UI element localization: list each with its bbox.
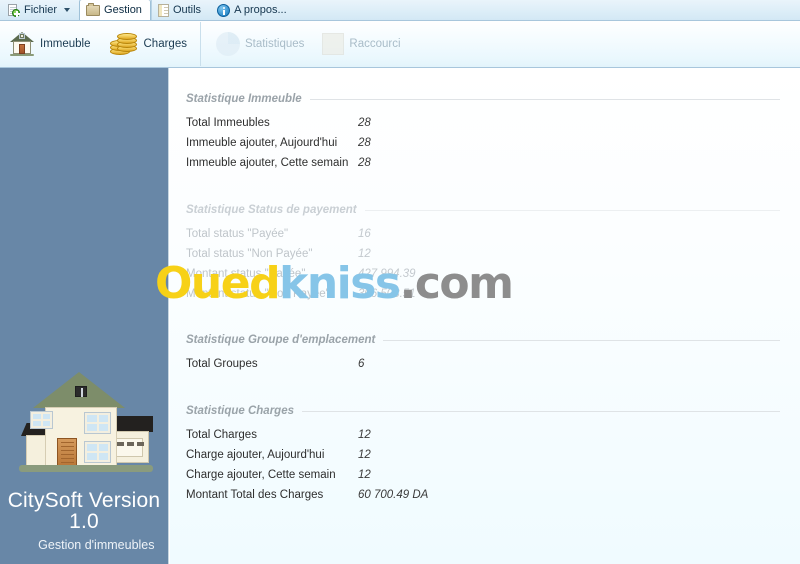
chevron-down-icon: [64, 8, 71, 12]
statistics-panel: Statistique Immeuble Total Immeubles 28 …: [170, 68, 800, 564]
section-title: Statistique Charges: [186, 405, 294, 417]
stat-row: Montant status "Payée" 427 994.39: [170, 264, 800, 284]
ribbon-button-charges[interactable]: Charges: [100, 23, 196, 65]
info-icon: [217, 3, 231, 17]
section-groupe-emplacement: Statistique Groupe d'emplacement Total G…: [170, 334, 800, 374]
section-charges: Statistique Charges Total Charges 12 Cha…: [170, 405, 800, 505]
section-immeuble: Statistique Immeuble Total Immeubles 28 …: [170, 93, 800, 173]
ribbon-group-gestion: Immeuble Charges: [0, 21, 196, 68]
stat-row: Montant status "Non Payée" 306 503.51: [170, 284, 800, 304]
ribbon-button-raccourci: Raccourci: [313, 23, 409, 65]
stat-value: 60 700.49 DA: [358, 489, 429, 501]
section-title: Statistique Groupe d'emplacement: [186, 334, 376, 346]
stat-row: Total status "Non Payée" 12: [170, 244, 800, 264]
application-window: Fichier Gestion Outils A propos... Immeu…: [0, 0, 800, 564]
ribbon-button-charges-label: Charges: [143, 38, 187, 50]
stat-label: Total Immeubles: [186, 117, 270, 129]
stat-value: 16: [358, 228, 371, 240]
stat-value: 12: [358, 469, 371, 481]
stat-value: 12: [358, 429, 371, 441]
ribbon-button-statistiques: Statistiques: [207, 23, 313, 65]
stat-value: 306 503.51: [358, 288, 416, 300]
section-header: Statistique Charges: [170, 405, 800, 417]
section-rule: [364, 209, 780, 211]
tools-icon: [157, 3, 169, 17]
tab-fichier[interactable]: Fichier: [0, 0, 79, 20]
tab-gestion-label: Gestion: [104, 4, 142, 16]
ribbon-button-statistiques-label: Statistiques: [244, 38, 305, 50]
stat-row: Immeuble ajouter, Cette semain 28: [170, 153, 800, 173]
stat-label: Charge ajouter, Cette semain: [186, 469, 336, 481]
stat-row: Montant Total des Charges 60 700.49 DA: [170, 485, 800, 505]
section-rule: [383, 339, 780, 341]
stat-value: 12: [358, 248, 371, 260]
section-header: Statistique Status de payement: [170, 204, 800, 216]
section-rule: [302, 410, 780, 412]
section-header: Statistique Immeuble: [170, 93, 800, 105]
coins-icon: [109, 31, 139, 57]
stat-row: Charge ajouter, Cette semain 12: [170, 465, 800, 485]
stat-value: 28: [358, 117, 371, 129]
stat-row: Total Immeubles 28: [170, 113, 800, 133]
section-title: Statistique Immeuble: [186, 93, 302, 105]
ribbon-group-outils: Statistiques Raccourci: [207, 21, 410, 68]
section-status-payement: Statistique Status de payement Total sta…: [170, 204, 800, 304]
stat-value: 28: [358, 137, 371, 149]
menu-tab-strip: Fichier Gestion Outils A propos...: [0, 0, 800, 21]
tab-outils-label: Outils: [172, 4, 202, 16]
ribbon-button-immeuble-label: Immeuble: [40, 38, 91, 50]
stat-row: Total Groupes 6: [170, 354, 800, 374]
sidebar: CitySoft Version 1.0 Gestion d'immeubles: [0, 68, 169, 564]
house-icon: [9, 31, 35, 57]
stat-label: Immeuble ajouter, Cette semain: [186, 157, 349, 169]
stat-row: Immeuble ajouter, Aujourd'hui 28: [170, 133, 800, 153]
stat-value: 427 994.39: [358, 268, 416, 280]
section-title: Statistique Status de payement: [186, 204, 357, 216]
stat-label: Immeuble ajouter, Aujourd'hui: [186, 137, 338, 149]
ribbon-button-raccourci-label: Raccourci: [349, 38, 401, 50]
tab-outils[interactable]: Outils: [150, 0, 210, 20]
stat-label: Montant status "Non Payée": [186, 288, 330, 300]
folder-icon: [86, 2, 101, 16]
stat-label: Total status "Non Payée": [186, 248, 313, 260]
stat-row: Total Charges 12: [170, 425, 800, 445]
stat-value: 12: [358, 449, 371, 461]
section-header: Statistique Groupe d'emplacement: [170, 334, 800, 346]
stat-label: Total Charges: [186, 429, 257, 441]
tab-a-propos-label: A propos...: [234, 4, 287, 16]
app-title: CitySoft Version 1.0: [7, 489, 161, 533]
house-illustration-icon: [9, 368, 159, 486]
stat-row: Charge ajouter, Aujourd'hui 12: [170, 445, 800, 465]
section-rule: [309, 98, 780, 100]
ribbon-button-immeuble[interactable]: Immeuble: [0, 23, 100, 65]
shortcut-icon: [322, 33, 345, 55]
stat-row: Total status "Payée" 16: [170, 224, 800, 244]
tab-fichier-label: Fichier: [24, 4, 58, 16]
file-add-icon: [7, 3, 20, 17]
stat-label: Montant status "Payée": [186, 268, 306, 280]
app-subtitle: Gestion d'immeubles: [38, 538, 155, 552]
stat-label: Montant Total des Charges: [186, 489, 324, 501]
stat-value: 28: [358, 157, 371, 169]
tab-a-propos[interactable]: A propos...: [210, 0, 296, 20]
stat-label: Total status "Payée": [186, 228, 289, 240]
pie-chart-icon: [215, 32, 240, 56]
stat-value: 6: [358, 358, 365, 370]
tab-gestion[interactable]: Gestion: [79, 0, 151, 20]
stat-label: Total Groupes: [186, 358, 258, 370]
ribbon-toolbar: Immeuble Charges Statistiques Raccourci: [0, 21, 800, 68]
ribbon-divider: [199, 22, 201, 66]
stat-label: Charge ajouter, Aujourd'hui: [186, 449, 325, 461]
